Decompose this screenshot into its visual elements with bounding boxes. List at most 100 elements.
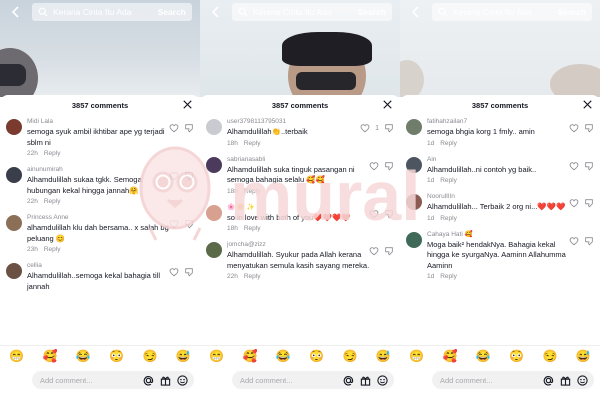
emoji-button[interactable]: 😳	[109, 349, 124, 363]
reply-button[interactable]: Reply	[440, 273, 457, 280]
reply-button[interactable]: Reply	[440, 215, 457, 222]
avatar[interactable]	[406, 231, 422, 248]
like-heart-icon[interactable]	[569, 161, 579, 171]
mention-icon[interactable]	[343, 375, 354, 386]
dislike-icon[interactable]	[584, 236, 594, 246]
search-button[interactable]: Search	[358, 7, 386, 17]
reply-button[interactable]: Reply	[44, 198, 61, 205]
emoji-button[interactable]: 😂	[276, 349, 291, 363]
comment-username[interactable]: NoorulIlIn	[427, 192, 570, 202]
reply-button[interactable]: Reply	[244, 273, 261, 280]
gift-icon[interactable]	[360, 375, 371, 386]
comment-list[interactable]: user3798113795031 Alhamdulillah👏..terbaik…	[200, 117, 400, 335]
comment-username[interactable]: Princess Anne	[27, 213, 170, 223]
comment-input-placeholder[interactable]: Add comment...	[232, 376, 343, 385]
close-icon[interactable]	[383, 100, 392, 109]
avatar[interactable]	[206, 156, 222, 173]
emoji-button[interactable]: 😳	[509, 349, 524, 363]
reply-button[interactable]: Reply	[244, 140, 261, 147]
like-heart-icon[interactable]	[569, 123, 579, 133]
reply-button[interactable]: Reply	[44, 150, 61, 157]
dislike-icon[interactable]	[384, 246, 394, 256]
back-icon[interactable]	[10, 6, 22, 18]
search-button[interactable]: Search	[158, 7, 186, 17]
dislike-icon[interactable]	[384, 123, 394, 133]
comment-input[interactable]: Add comment...	[432, 371, 594, 389]
like-heart-icon[interactable]	[369, 161, 379, 171]
reply-button[interactable]: Reply	[440, 140, 457, 147]
comment-username[interactable]: ainunumirah	[27, 165, 170, 175]
emoji-icon[interactable]	[577, 374, 588, 386]
search-bar[interactable]: Kerana Cinta Itu Ada Search	[432, 3, 592, 21]
emoji-button[interactable]: 😅	[576, 349, 591, 363]
emoji-button[interactable]: 😅	[176, 349, 191, 363]
avatar[interactable]	[406, 156, 422, 173]
comment-list[interactable]: Midi Lala semoga syuk ambil ikhtibar ape …	[0, 117, 200, 335]
emoji-button[interactable]: 🥰	[43, 349, 58, 363]
search-query[interactable]: Kerana Cinta Itu Ada	[53, 7, 158, 17]
dislike-icon[interactable]	[184, 267, 194, 277]
emoji-button[interactable]: 😁	[9, 349, 24, 363]
emoji-button[interactable]: 😏	[343, 349, 358, 363]
like-heart-icon[interactable]	[169, 171, 179, 181]
like-heart-icon[interactable]	[569, 236, 579, 246]
back-icon[interactable]	[410, 6, 422, 18]
search-bar[interactable]: Kerana Cinta Itu Ada Search	[232, 3, 392, 21]
dislike-icon[interactable]	[584, 123, 594, 133]
avatar[interactable]	[206, 204, 222, 221]
emoji-button[interactable]: 🥰	[243, 349, 258, 363]
comment-list[interactable]: fatihahzailan7 semoga bhgia korg 1 fmly..…	[400, 117, 600, 335]
avatar[interactable]	[6, 119, 22, 135]
comment-username[interactable]: 🌸 🌼 ✨	[227, 203, 370, 213]
like-heart-icon[interactable]	[369, 209, 379, 219]
comment-username[interactable]: cellia	[27, 261, 170, 271]
comment-username[interactable]: Cahaya Hati 🥰	[427, 230, 570, 240]
dislike-icon[interactable]	[384, 209, 394, 219]
dislike-icon[interactable]	[584, 161, 594, 171]
comment-username[interactable]: jomcha@zizz	[227, 240, 370, 250]
like-heart-icon[interactable]	[169, 267, 179, 277]
emoji-button[interactable]: 😳	[309, 349, 324, 363]
gift-icon[interactable]	[560, 375, 571, 386]
comment-input[interactable]: Add comment...	[32, 371, 194, 389]
comment-username[interactable]: Midi Lala	[27, 117, 170, 127]
search-bar[interactable]: Kerana Cinta Itu Ada Search	[32, 3, 192, 21]
avatar[interactable]	[206, 242, 222, 258]
comment-input-placeholder[interactable]: Add comment...	[432, 376, 543, 385]
mention-icon[interactable]	[143, 375, 154, 386]
emoji-button[interactable]: 😁	[209, 349, 224, 363]
emoji-button[interactable]: 😏	[143, 349, 158, 363]
search-query[interactable]: Kerana Cinta Itu Ada	[253, 7, 358, 17]
emoji-icon[interactable]	[377, 374, 388, 386]
comment-input[interactable]: Add comment...	[232, 371, 394, 389]
reply-button[interactable]: Reply	[244, 225, 261, 232]
emoji-button[interactable]: 😂	[476, 349, 491, 363]
comment-username[interactable]: sabrianasabli	[227, 155, 370, 165]
like-heart-icon[interactable]	[360, 123, 370, 133]
emoji-button[interactable]: 😂	[76, 349, 91, 363]
emoji-icon[interactable]	[177, 374, 188, 386]
avatar[interactable]	[206, 119, 222, 135]
emoji-button[interactable]: 🥰	[443, 349, 458, 363]
avatar[interactable]	[6, 263, 22, 279]
back-icon[interactable]	[210, 6, 222, 18]
like-heart-icon[interactable]	[569, 198, 579, 208]
comment-username[interactable]: Ain	[427, 155, 570, 165]
like-heart-icon[interactable]	[169, 219, 179, 229]
emoji-button[interactable]: 😁	[409, 349, 424, 363]
gift-icon[interactable]	[160, 375, 171, 386]
search-button[interactable]: Search	[558, 7, 586, 17]
dislike-icon[interactable]	[584, 198, 594, 208]
avatar[interactable]	[406, 119, 422, 135]
comment-input-placeholder[interactable]: Add comment...	[32, 376, 143, 385]
emoji-button[interactable]: 😅	[376, 349, 391, 363]
reply-button[interactable]: Reply	[44, 246, 61, 253]
mention-icon[interactable]	[543, 375, 554, 386]
comment-username[interactable]: fatihahzailan7	[427, 117, 570, 127]
dislike-icon[interactable]	[184, 171, 194, 181]
reply-button[interactable]: Reply	[244, 188, 261, 195]
avatar[interactable]	[6, 167, 22, 183]
emoji-button[interactable]: 😏	[543, 349, 558, 363]
dislike-icon[interactable]	[184, 219, 194, 229]
search-query[interactable]: Kerana Cinta Itu Ada	[453, 7, 558, 17]
